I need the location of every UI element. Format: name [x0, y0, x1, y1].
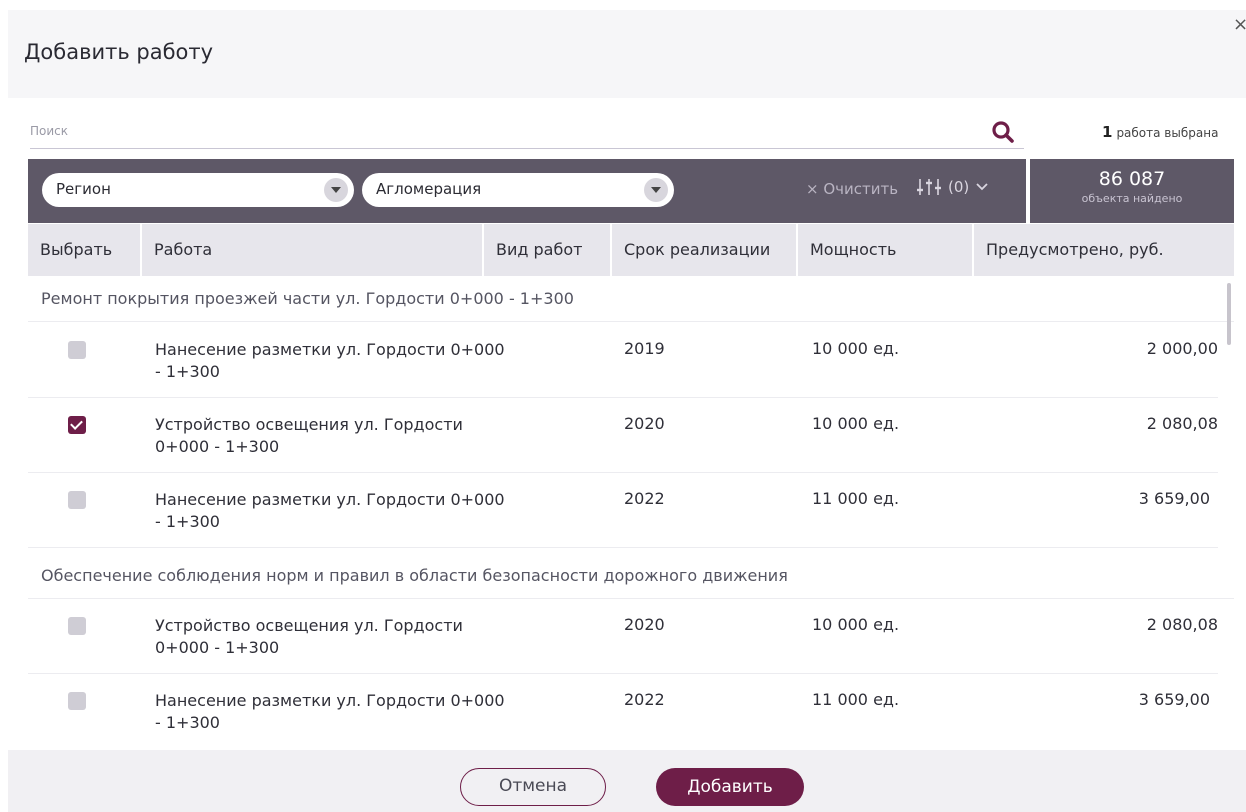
cell-period: 2020	[624, 615, 665, 634]
cell-amount: 2 000,00	[1146, 339, 1218, 358]
column-header-capacity[interactable]: Мощность	[798, 224, 972, 276]
table-header: Выбрать Работа Вид работ Срок реализации…	[28, 224, 1234, 276]
column-header-period[interactable]: Срок реализации	[612, 224, 796, 276]
clear-filters-button[interactable]: × Очистить	[806, 180, 898, 198]
row-checkbox[interactable]	[68, 491, 86, 509]
cell-period: 2020	[624, 414, 665, 433]
advanced-filters-button[interactable]: (0)	[916, 177, 989, 197]
search-icon[interactable]	[990, 119, 1016, 145]
clear-filters-label: Очистить	[823, 180, 899, 198]
cell-capacity: 10 000 ед.	[812, 339, 900, 358]
filter-bar: Регион Агломерация × Очистить (0)	[28, 159, 1026, 223]
clear-x-icon: ×	[806, 180, 819, 198]
region-dropdown-label: Регион	[56, 180, 111, 198]
filters-count: (0)	[948, 178, 970, 196]
row-checkbox[interactable]	[68, 341, 86, 359]
table-row[interactable]: Устройство освещения ул. Гордости 0+000 …	[28, 599, 1218, 674]
found-count-box: 86 087 объекта найдено	[1030, 159, 1234, 223]
dialog-title: Добавить работу	[24, 40, 214, 64]
cell-period: 2019	[624, 339, 665, 358]
selected-count-number: 1	[1102, 123, 1113, 141]
row-checkbox-checked[interactable]	[68, 416, 86, 434]
search-bar	[30, 115, 1024, 149]
group-header: Ремонт покрытия проезжей части ул. Гордо…	[28, 276, 1234, 322]
cell-capacity: 11 000 ед.	[812, 489, 900, 508]
row-checkbox[interactable]	[68, 617, 86, 635]
selected-count-label: работа выбрана	[1116, 126, 1219, 140]
group-header: Обеспечение соблюдения норм и правил в о…	[28, 553, 1234, 599]
sliders-icon	[917, 179, 941, 195]
table-row[interactable]: Устройство освещения ул. Гордости 0+000 …	[28, 398, 1218, 473]
table-row[interactable]: Нанесение разметки ул. Гордости 0+000 - …	[28, 323, 1218, 398]
cell-amount: 2 080,08	[1146, 414, 1218, 433]
region-dropdown[interactable]: Регион	[42, 173, 354, 207]
close-icon[interactable]: ×	[1233, 14, 1246, 35]
cell-period: 2022	[624, 690, 665, 709]
agglomeration-dropdown-label: Агломерация	[376, 180, 482, 198]
column-header-work[interactable]: Работа	[142, 224, 482, 276]
column-header-work-type[interactable]: Вид работ	[484, 224, 610, 276]
chevron-down-icon	[644, 178, 668, 202]
search-input[interactable]	[30, 119, 970, 143]
agglomeration-dropdown[interactable]: Агломерация	[362, 173, 674, 207]
cell-capacity: 11 000 ед.	[812, 690, 900, 709]
cell-work: Нанесение разметки ул. Гордости 0+000 - …	[155, 691, 505, 732]
cell-period: 2022	[624, 489, 665, 508]
table-scrollbar[interactable]	[1227, 283, 1231, 345]
column-header-select[interactable]: Выбрать	[28, 224, 140, 276]
table-row[interactable]: Нанесение разметки ул. Гордости 0+000 - …	[28, 473, 1218, 548]
cancel-button[interactable]: Отмена	[460, 768, 606, 806]
table-row[interactable]: Нанесение разметки ул. Гордости 0+000 - …	[28, 674, 1218, 749]
cell-work: Устройство освещения ул. Гордости 0+000 …	[155, 616, 463, 657]
found-count-number: 86 087	[1098, 168, 1166, 190]
chevron-down-icon	[324, 178, 348, 202]
found-count-label: объекта найдено	[1081, 192, 1183, 205]
column-header-amount[interactable]: Предусмотрено, руб.	[974, 224, 1234, 276]
cell-amount: 3 659,00	[1138, 690, 1210, 709]
selected-count: 1 работа выбрана	[1102, 123, 1218, 141]
cell-capacity: 10 000 ед.	[812, 414, 900, 433]
row-checkbox[interactable]	[68, 692, 86, 710]
cell-work: Нанесение разметки ул. Гордости 0+000 - …	[155, 490, 505, 531]
add-button[interactable]: Добавить	[656, 768, 804, 806]
chevron-down-icon	[976, 183, 988, 191]
cell-amount: 3 659,00	[1138, 489, 1210, 508]
dialog-footer: Отмена Добавить	[8, 750, 1246, 812]
cell-work: Нанесение разметки ул. Гордости 0+000 - …	[155, 340, 505, 381]
cell-amount: 2 080,08	[1146, 615, 1218, 634]
cell-capacity: 10 000 ед.	[812, 615, 900, 634]
cell-work: Устройство освещения ул. Гордости 0+000 …	[155, 415, 463, 456]
